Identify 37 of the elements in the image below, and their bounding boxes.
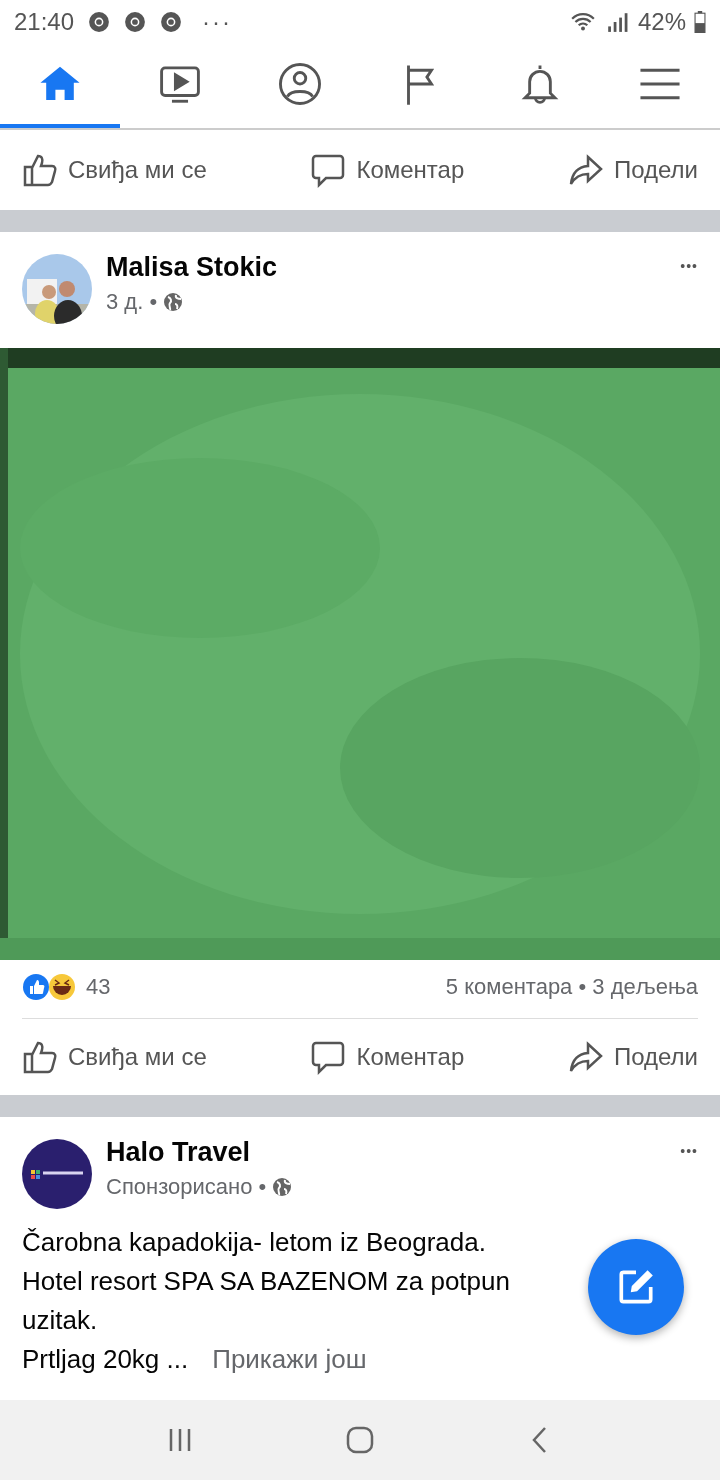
author-name[interactable]: Malisa Stokic [106, 252, 667, 283]
compose-button[interactable] [588, 1239, 684, 1335]
status-more: ··· [202, 8, 233, 36]
browser-icon [124, 11, 147, 33]
post-text-line: Prtljag 20kg ... [22, 1343, 189, 1376]
thumbs-up-icon [22, 152, 58, 188]
globe-icon [163, 292, 184, 312]
battery-icon [694, 11, 706, 33]
wifi-icon [569, 11, 596, 33]
speech-bubble-icon [310, 1039, 347, 1075]
status-time: 21:40 [14, 8, 75, 36]
see-more-link[interactable]: Прикажи још [212, 1340, 367, 1379]
battery-percent: 42% [637, 8, 686, 36]
post-text-line: Hotel resort SPA SA BAZENOM za potpun [22, 1265, 510, 1298]
thumbs-up-icon [22, 1039, 58, 1075]
speech-bubble-icon [310, 152, 347, 188]
globe-icon [272, 1177, 293, 1197]
post-text-line: uzitak. [22, 1304, 98, 1337]
share-button[interactable]: Подели [567, 152, 698, 188]
post-text-line: Čarobna kapadokija- letom iz Beograda. [22, 1226, 486, 1259]
sponsored-label: Спонзорисано • [106, 1174, 267, 1200]
comment-button[interactable]: Коментар [310, 1039, 465, 1075]
author-name[interactable]: Halo Travel [106, 1137, 667, 1168]
more-options-button[interactable]: ••• [680, 1143, 698, 1159]
comment-share-count[interactable]: 5 коментара • 3 дељења [445, 974, 698, 1000]
reaction-icons [22, 972, 78, 1002]
share-button[interactable]: Подели [567, 1039, 698, 1075]
post-time: 3 д. • [106, 289, 158, 315]
browser-icon [88, 11, 111, 33]
like-button[interactable]: Свиђа ми се [22, 152, 207, 188]
more-options-button[interactable]: ••• [680, 258, 698, 274]
profile-icon [277, 61, 323, 107]
home-button-icon[interactable] [345, 1425, 375, 1455]
browser-icon [160, 11, 183, 33]
reaction-count[interactable]: 43 [86, 974, 111, 1000]
comment-button[interactable]: Коментар [310, 152, 465, 188]
like-button[interactable]: Свиђа ми се [22, 1039, 207, 1075]
